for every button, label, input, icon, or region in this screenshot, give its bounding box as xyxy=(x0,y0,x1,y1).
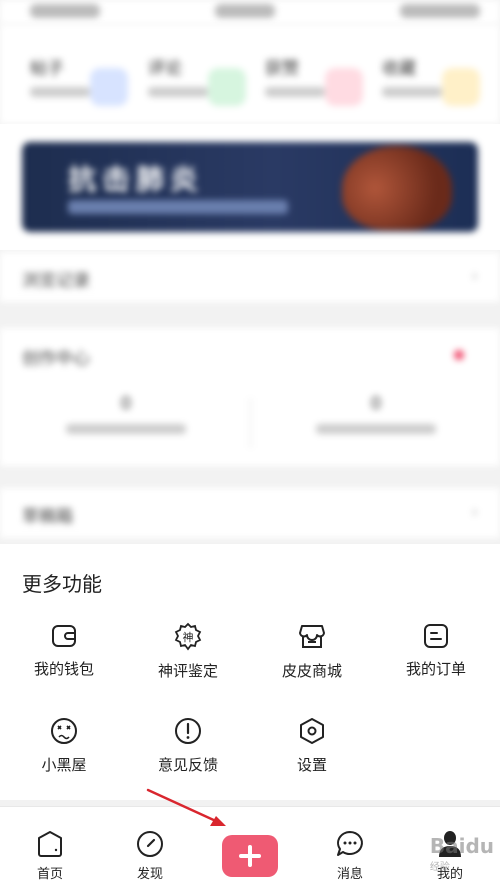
annotation-arrow xyxy=(146,788,226,826)
func-feedback[interactable]: 意见反馈 xyxy=(133,716,243,786)
func-label: 小黑屋 xyxy=(41,756,87,774)
counter-sub xyxy=(382,87,442,97)
order-icon xyxy=(424,624,448,648)
creator-title[interactable]: 创作中心 xyxy=(22,344,90,369)
nav-discover[interactable]: 发现 xyxy=(120,829,180,882)
counter-icon xyxy=(90,68,128,106)
stat-label xyxy=(316,424,436,434)
divider xyxy=(250,398,251,448)
battery-indicator xyxy=(400,4,480,18)
func-blackroom[interactable]: 小黑屋 xyxy=(9,716,119,786)
chevron-right-icon: › xyxy=(471,502,478,521)
func-settings[interactable]: 设置 xyxy=(257,716,367,786)
counter-favorites[interactable]: 收藏 xyxy=(382,54,492,114)
chat-bubble-icon xyxy=(337,831,363,856)
home-icon xyxy=(38,831,62,857)
drafts-title: 草稿箱 xyxy=(22,507,73,527)
creator-center: 创作中心 0 0 xyxy=(0,328,500,466)
stat-value: 0 xyxy=(370,394,382,414)
bottom-nav: 首页 发现 消息 我的 xyxy=(0,806,500,889)
func-shop[interactable]: 皮皮商城 xyxy=(257,622,367,692)
wallet-icon xyxy=(52,625,76,647)
watermark-sub: 经验 xyxy=(429,862,450,873)
history-title: 浏览记录 xyxy=(22,271,90,291)
chevron-right-icon: › xyxy=(471,266,478,285)
shen-glyph: 神 xyxy=(183,630,194,644)
compass-icon xyxy=(137,831,163,857)
notification-dot xyxy=(454,350,464,360)
counter-sub xyxy=(265,87,325,97)
status-bar xyxy=(0,0,500,24)
watermark-text: Baidu xyxy=(429,834,494,858)
more-functions-section: 更多功能 我的钱包 神 神评鉴定 皮皮商城 我的订单 小黑屋 意见反馈 设置 xyxy=(0,544,500,800)
section-title: 更多功能 xyxy=(22,572,102,596)
clock xyxy=(215,4,275,18)
func-label: 我的钱包 xyxy=(33,660,94,678)
nav-label: 首页 xyxy=(36,867,63,882)
counter-sub xyxy=(148,87,208,97)
creator-stat-2[interactable]: 0 xyxy=(286,394,466,434)
settings-hexagon-icon xyxy=(300,718,324,744)
nav-messages[interactable]: 消息 xyxy=(320,829,380,882)
nav-label: 消息 xyxy=(336,867,363,882)
shen-badge-icon: 神 xyxy=(174,622,202,651)
counter-sub xyxy=(30,87,90,97)
counter-comments[interactable]: 评论 xyxy=(148,54,258,114)
shop-icon xyxy=(299,625,325,648)
func-label: 皮皮商城 xyxy=(281,662,342,680)
counter-icon xyxy=(442,68,480,106)
func-label: 设置 xyxy=(296,756,327,774)
profile-counters: 帖子 评论 获赞 收藏 xyxy=(0,24,500,124)
func-orders[interactable]: 我的订单 xyxy=(381,622,491,692)
func-shen-appraisal[interactable]: 神 神评鉴定 xyxy=(133,622,243,692)
counter-posts[interactable]: 帖子 xyxy=(30,54,140,114)
dizzy-face-icon xyxy=(51,718,77,744)
promo-banner[interactable]: 抗击肺炎 xyxy=(22,142,478,232)
stat-label xyxy=(66,424,186,434)
stat-value: 0 xyxy=(120,394,132,414)
banner-section: 抗击肺炎 xyxy=(0,124,500,250)
counter-icon xyxy=(208,68,246,106)
drafts-row[interactable]: 草稿箱 › xyxy=(0,488,500,538)
func-label: 我的订单 xyxy=(405,660,466,678)
nav-label: 发现 xyxy=(136,867,163,882)
banner-subtitle xyxy=(68,200,288,214)
func-label: 意见反馈 xyxy=(157,756,218,774)
lung-illustration xyxy=(342,146,452,230)
watermark: Baidu 经验 xyxy=(430,834,494,873)
history-row[interactable]: 浏览记录 › xyxy=(0,252,500,302)
nav-home[interactable]: 首页 xyxy=(20,829,80,882)
func-wallet[interactable]: 我的钱包 xyxy=(9,622,119,692)
creator-stat-1[interactable]: 0 xyxy=(36,394,216,434)
counter-likes[interactable]: 获赞 xyxy=(265,54,375,114)
publish-button[interactable] xyxy=(222,835,278,877)
counter-icon xyxy=(325,68,363,106)
banner-title: 抗击肺炎 xyxy=(68,163,205,196)
feedback-icon xyxy=(175,718,201,744)
carrier-indicator xyxy=(30,4,100,18)
func-label: 神评鉴定 xyxy=(157,662,218,680)
